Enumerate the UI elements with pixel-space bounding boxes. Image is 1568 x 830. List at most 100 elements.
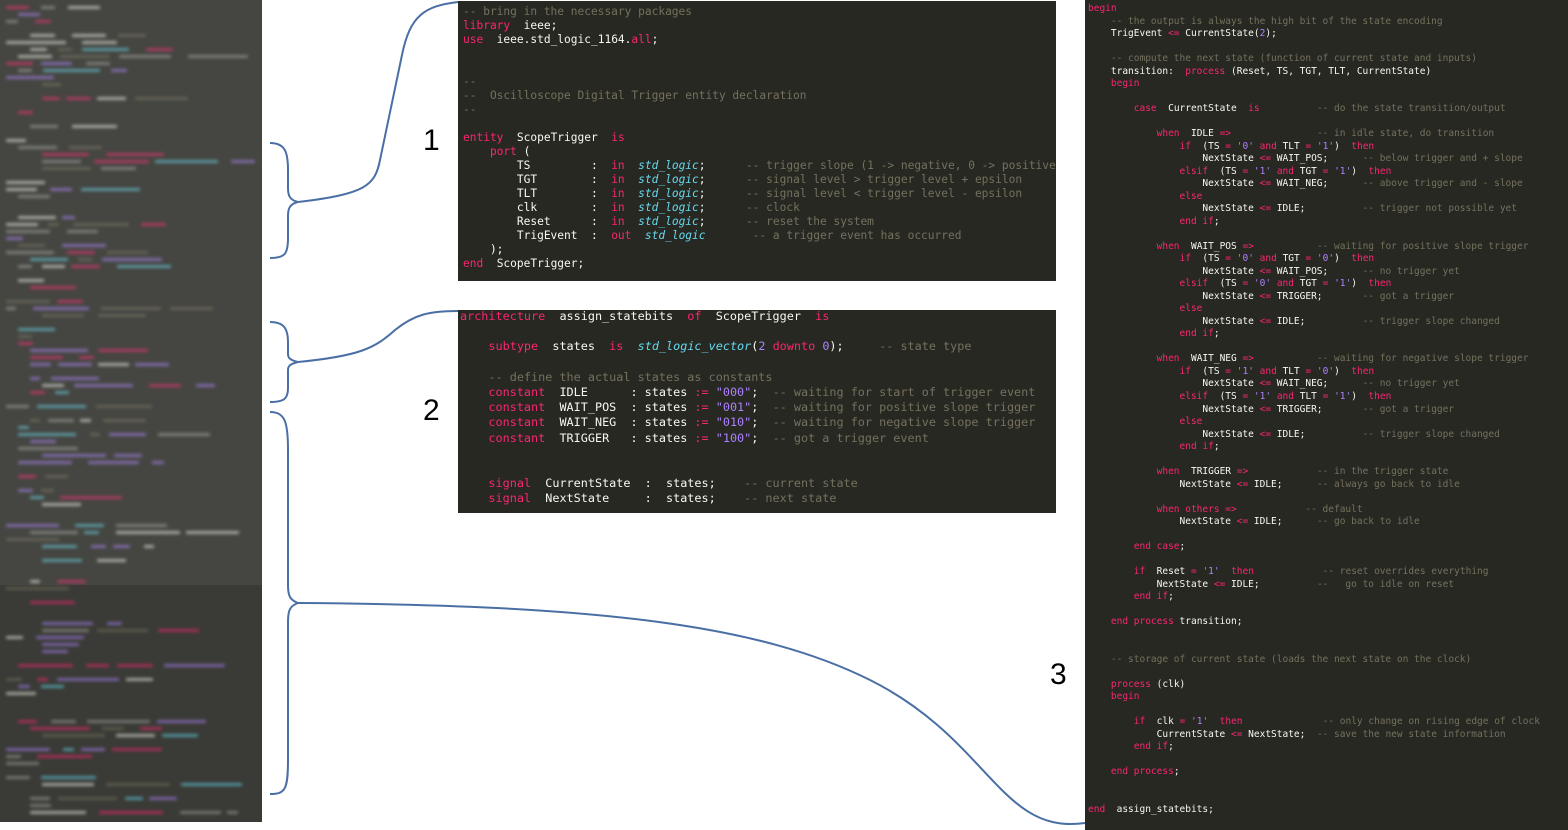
code-token: '0' [1316,253,1335,265]
code-token: TLT [1276,140,1306,152]
code-token: '1' [1316,140,1335,152]
code-token: <= [1259,428,1272,440]
code-token: ScopeTrigger; [483,257,585,270]
code-token: NextState [1088,265,1260,277]
code-token: -- do the state transition/output [1316,103,1506,115]
connector-1 [297,1,459,203]
code-token: -- only change on rising edge of clock [1322,716,1540,728]
code-token: in [611,215,625,228]
code-token: then [1368,165,1392,177]
code-token: NextState [1088,290,1260,302]
code-token: ) [1351,165,1369,177]
code-line: if (TS = '0' and TGT = '0') then [1088,253,1540,266]
code-token: -- state type [879,339,972,354]
code-token: and [1276,390,1294,402]
code-token: IDLE; [1248,478,1317,490]
code-token: (TS [1208,165,1243,177]
code-token: if [1133,716,1146,728]
code-token: (Reset, TS, TGT, TLT, CurrentState) [1225,65,1432,77]
code-line: -- storage of current state (loads the n… [1088,654,1540,667]
code-token: NextState [1088,178,1260,190]
code-token: std_logic [638,215,699,228]
code-token: (TS [1190,365,1226,377]
code-token: then [1368,390,1392,402]
code-token: is [815,310,830,323]
code-token: std_logic [638,201,699,214]
code-token: '1' [1253,165,1272,177]
code-token: IDLE; [1271,428,1363,440]
code-token: is [611,131,625,144]
code-token: -- storage of current state (loads the n… [1110,653,1472,665]
code-token: -- Oscilloscope Digital Trigger entity d… [463,89,807,102]
code-token: := [694,430,709,445]
code-token: WAIT_POS; [1271,265,1363,277]
code-token: ); [463,243,504,256]
code-token: process [1185,65,1226,77]
code-token: out [611,229,632,242]
code-token: end case [1133,541,1180,553]
code-token: ; [698,187,746,200]
code-token: IDLE; [1248,516,1317,528]
code-token: -- go back to idle [1316,516,1420,528]
code-token: ) [1351,278,1369,290]
code-token: -- below trigger and + slope [1362,153,1523,165]
code-token: else [1179,190,1203,202]
code-line: end process; [1088,766,1540,779]
code-token: end if [1179,441,1214,453]
code-token: ) [1351,390,1369,402]
code-token: ScopeTrigger [701,310,816,323]
code-token: -- the output is always the high bit of … [1110,15,1443,27]
code-token: then [1231,566,1254,578]
code-token: TrigEvent [1088,28,1169,40]
code-token: -- trigger slope changed [1362,315,1500,327]
code-token: is [609,339,624,354]
code-token: ); [829,339,880,354]
code-token: end process [1110,616,1174,628]
code-token: := [694,415,709,430]
code-line: NextState <= WAIT_POS; -- no trigger yet [1088,266,1540,279]
code-token: then [1351,140,1375,152]
code-line: else [1088,191,1540,204]
code-line: constant WAIT_POS : states := "001"; -- … [460,400,1035,415]
code-token: -- trigger slope changed [1362,428,1500,440]
code-token: NextState [1088,403,1260,415]
code-token: elsif [1179,165,1209,177]
code-token: else [1179,303,1203,315]
code-line: signal CurrentState : states; -- current… [460,476,1035,491]
code-token: begin [1110,691,1140,703]
code-token: '0' [1236,253,1254,265]
code-line: -- define the actual states as constants [460,370,1035,385]
code-token: -- always go back to idle [1316,478,1460,490]
code-token: NextState [1088,478,1237,490]
code-token: <= [1213,578,1226,590]
code-token: TRIGGER; [1271,290,1363,302]
code-token: std_logic [644,229,706,242]
code-token: library [463,19,511,32]
code-token: when [1156,128,1180,140]
code-line: port ( [463,145,1056,159]
code-token: clk [1145,716,1180,728]
code-line: TS : in std_logic; -- trigger slope (1 -… [463,159,1056,173]
code-token: ; [1179,541,1186,553]
code-token: -- above trigger and - slope [1362,178,1523,190]
code-line: -- bring in the necessary packages [463,5,1056,19]
code-token: -- waiting for negative slope trigger [1316,353,1529,365]
code-token: std_logic [638,159,699,172]
code-token: -- bring in the necessary packages [463,5,693,18]
